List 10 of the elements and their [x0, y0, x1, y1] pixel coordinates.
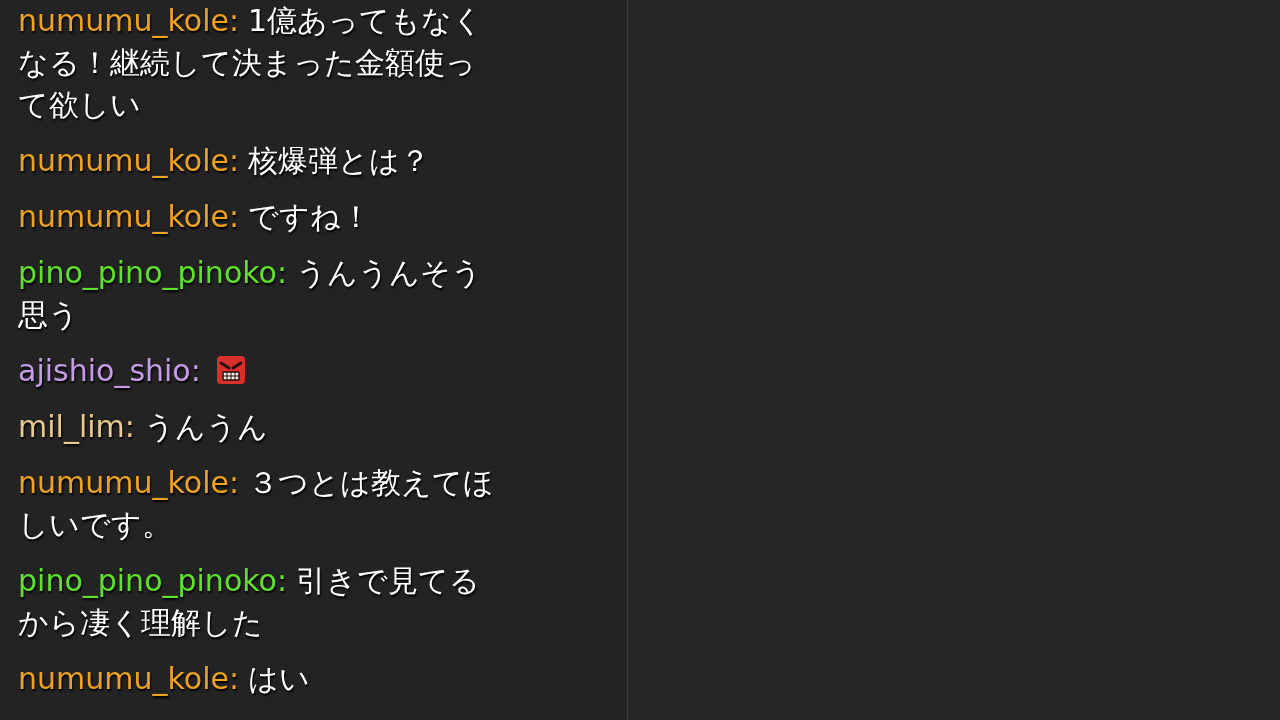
angry-emote-icon [215, 355, 246, 385]
chat-message: numumu_kole: 1億あってもなくなる！継続して決まった金額使って欲しい [18, 2, 485, 124]
chat-message: numumu_kole: ３つとは教えてほしいです。 [18, 464, 496, 544]
chat-message: mil_lim: うんうん [18, 408, 269, 446]
username[interactable]: ajishio_shio: [18, 353, 201, 388]
chat-message: numumu_kole: ですね！ [18, 198, 373, 236]
chat-message: pino_pino_pinoko: 引きで見てるから凄く理解した [18, 562, 481, 642]
chat-message: numumu_kole: はい [18, 660, 312, 698]
chat-message: numumu_kole: 核爆弾とは？ [18, 142, 432, 180]
chat-message: pino_pino_pinoko: うんうんそう思う [18, 254, 483, 334]
